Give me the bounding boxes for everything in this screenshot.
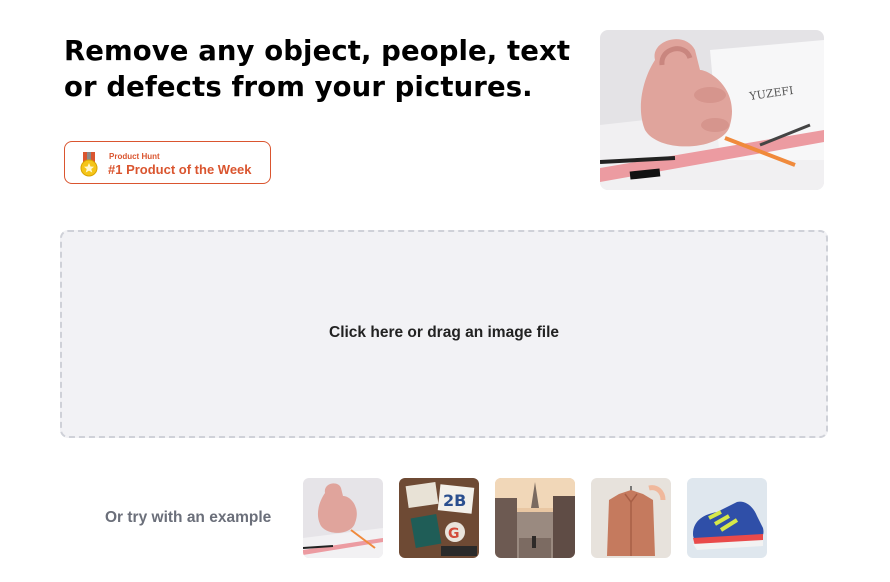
headline-line-2: or defects from your pictures. bbox=[64, 71, 533, 103]
page-headline: Remove any object, people, text or defec… bbox=[64, 33, 584, 105]
upload-label: Click here or drag an image file bbox=[329, 324, 559, 341]
svg-text:G: G bbox=[448, 526, 460, 542]
product-hunt-badge[interactable]: Product Hunt #1 Product of the Week bbox=[64, 141, 271, 184]
image-upload-dropzone[interactable]: Click here or drag an image file bbox=[60, 230, 828, 438]
example-thumbnail-paris-street[interactable] bbox=[495, 478, 575, 558]
headline-line-1: Remove any object, people, text bbox=[64, 35, 571, 67]
example-thumbnail-jacket[interactable] bbox=[591, 478, 671, 558]
hero-image: YUZEFI bbox=[600, 30, 824, 190]
examples-label: Or try with an example bbox=[105, 509, 272, 526]
example-thumbnail-sneaker[interactable] bbox=[687, 478, 767, 558]
badge-small-text: Product Hunt bbox=[109, 152, 160, 161]
example-thumbnail-handbag[interactable] bbox=[303, 478, 383, 558]
svg-text:2B: 2B bbox=[443, 491, 466, 510]
example-thumbnail-desk[interactable]: 2B G bbox=[399, 478, 479, 558]
badge-big-text: #1 Product of the Week bbox=[108, 162, 252, 177]
medal-icon bbox=[80, 152, 98, 177]
